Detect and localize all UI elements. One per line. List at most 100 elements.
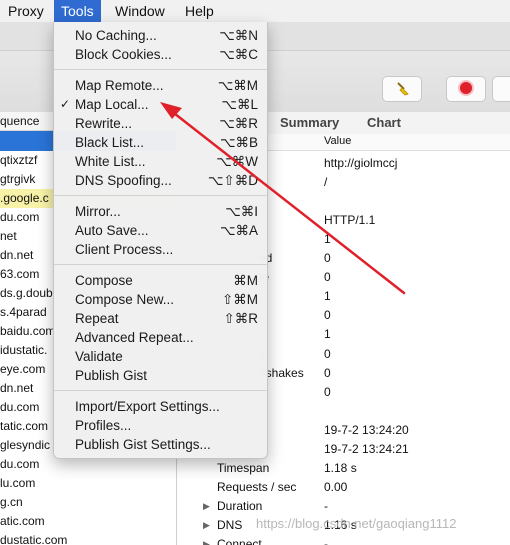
- menu-item-publish-gist[interactable]: Publish Gist: [54, 366, 267, 385]
- menu-item-label: No Caching...: [75, 28, 157, 43]
- menu-item-label: Advanced Repeat...: [75, 330, 194, 345]
- row-name: DNS: [217, 517, 243, 532]
- menu-item-label: Profiles...: [75, 418, 132, 433]
- menu-item-shortcut: ⌥⌘R: [219, 116, 258, 131]
- menu-item-shortcut: ⌥⌘L: [221, 97, 258, 112]
- row-value: -: [324, 498, 328, 513]
- menu-proxy[interactable]: Proxy: [1, 0, 51, 22]
- menu-item-shortcut: ⌘M: [233, 273, 258, 288]
- expand-triangle-icon[interactable]: ▶: [203, 516, 210, 535]
- menu-item-shortcut: ⌥⌘M: [217, 78, 258, 93]
- record-button[interactable]: [446, 76, 486, 102]
- menu-separator: [54, 69, 267, 70]
- menu-item-label: DNS Spoofing...: [75, 173, 172, 188]
- menu-item-compose-new[interactable]: Compose New... ⇧⌘M: [54, 290, 267, 309]
- menu-item-block-cookies[interactable]: Block Cookies... ⌥⌘C: [54, 45, 267, 64]
- menu-item-black-list[interactable]: Black List... ⌥⌘B: [54, 133, 267, 152]
- table-row[interactable]: Timespan 1.18 s: [177, 459, 510, 478]
- row-value: 1: [324, 289, 331, 304]
- record-icon: [460, 82, 472, 94]
- row-name: Timespan: [217, 460, 270, 475]
- row-value: 1: [324, 327, 331, 342]
- row-value: HTTP/1.1: [324, 213, 376, 228]
- menu-help[interactable]: Help: [178, 0, 221, 22]
- row-value: 19-7-2 13:24:20: [324, 422, 409, 437]
- list-item[interactable]: g.cn: [0, 493, 176, 512]
- table-row[interactable]: Requests / sec 0.00: [177, 478, 510, 497]
- menu-separator: [54, 390, 267, 391]
- row-value: 0: [324, 365, 331, 380]
- menu-item-label: Client Process...: [75, 242, 174, 257]
- menu-item-shortcut: ⇧⌘M: [221, 292, 258, 307]
- list-item[interactable]: dustatic.com: [0, 531, 176, 545]
- row-value: -: [324, 537, 328, 545]
- row-value: 1.18 s: [324, 460, 357, 475]
- menu-item-label: Map Local...: [75, 97, 149, 112]
- menu-item-label: Compose: [75, 273, 133, 288]
- row-value: 0: [324, 346, 331, 361]
- menu-item-mirror[interactable]: Mirror... ⌥⌘I: [54, 202, 267, 221]
- menu-item-label: Auto Save...: [75, 223, 149, 238]
- menu-window[interactable]: Window: [108, 0, 172, 22]
- menu-item-rewrite[interactable]: Rewrite... ⌥⌘R: [54, 114, 267, 133]
- menu-item-shortcut: ⌥⌘A: [219, 223, 258, 238]
- menu-item-publish-gist-settings[interactable]: Publish Gist Settings...: [54, 435, 267, 454]
- menu-item-profiles[interactable]: Profiles...: [54, 416, 267, 435]
- tab-chart[interactable]: Chart: [367, 112, 401, 134]
- menu-item-label: Mirror...: [75, 204, 121, 219]
- menu-item-validate[interactable]: Validate: [54, 347, 267, 366]
- menu-tools[interactable]: Tools: [54, 0, 101, 22]
- menu-item-label: Compose New...: [75, 292, 175, 307]
- menu-item-label: Publish Gist: [75, 368, 148, 383]
- row-value: 19-7-2 13:24:21: [324, 441, 409, 456]
- row-value: http://giolmccj: [324, 156, 398, 170]
- broom-icon: [395, 80, 411, 99]
- watermark-text: https://blog.csdn.net/gaoqiang1112: [256, 516, 457, 531]
- row-value: 0: [324, 270, 331, 285]
- row-value: 0: [324, 384, 331, 399]
- list-item[interactable]: atic.com: [0, 512, 176, 531]
- menu-item-map-local[interactable]: ✓ Map Local... ⌥⌘L: [54, 95, 267, 114]
- menu-item-shortcut: ⌥⌘C: [219, 47, 258, 62]
- menu-item-auto-save[interactable]: Auto Save... ⌥⌘A: [54, 221, 267, 240]
- menu-separator: [54, 195, 267, 196]
- menu-item-shortcut: ⌥⇧⌘D: [207, 173, 258, 188]
- row-value: /: [324, 175, 328, 190]
- toolbar-button-partial[interactable]: [492, 76, 510, 102]
- menu-item-shortcut: ⌥⌘B: [219, 135, 258, 150]
- list-item[interactable]: lu.com: [0, 474, 176, 493]
- expand-triangle-icon[interactable]: ▶: [203, 535, 210, 545]
- menu-item-no-caching[interactable]: No Caching... ⌥⌘N: [54, 26, 267, 45]
- menu-item-label: Repeat: [75, 311, 119, 326]
- menu-item-repeat[interactable]: Repeat ⇧⌘R: [54, 309, 267, 328]
- menu-item-shortcut: ⌥⌘N: [219, 28, 258, 43]
- tab-summary[interactable]: Summary: [280, 112, 339, 134]
- menu-item-label: Import/Export Settings...: [75, 399, 220, 414]
- menu-item-compose[interactable]: Compose ⌘M: [54, 271, 267, 290]
- menu-item-label: Block Cookies...: [75, 47, 172, 62]
- row-value: 0: [324, 251, 331, 266]
- value-column-header[interactable]: Value: [324, 135, 351, 147]
- menu-item-import-export-settings[interactable]: Import/Export Settings...: [54, 397, 267, 416]
- tools-menu: No Caching... ⌥⌘N Block Cookies... ⌥⌘C Map R…: [53, 22, 268, 459]
- row-value: 0.00: [324, 479, 348, 494]
- row-value: 0: [324, 308, 331, 323]
- menu-item-white-list[interactable]: White List... ⌥⌘W: [54, 152, 267, 171]
- expand-triangle-icon[interactable]: ▶: [203, 497, 210, 516]
- menu-item-label: Rewrite...: [75, 116, 133, 131]
- clear-session-button[interactable]: [382, 76, 422, 102]
- menu-item-advanced-repeat[interactable]: Advanced Repeat...: [54, 328, 267, 347]
- menu-item-label: Map Remote...: [75, 78, 164, 93]
- menu-item-map-remote[interactable]: Map Remote... ⌥⌘M: [54, 76, 267, 95]
- row-name: Requests / sec: [217, 479, 297, 494]
- menu-item-shortcut: ⇧⌘R: [223, 311, 258, 326]
- menu-separator: [54, 264, 267, 265]
- menu-item-label: White List...: [75, 154, 146, 169]
- menu-item-client-process[interactable]: Client Process...: [54, 240, 267, 259]
- menu-item-shortcut: ⌥⌘W: [216, 154, 258, 169]
- menu-item-label: Publish Gist Settings...: [75, 437, 211, 452]
- table-row[interactable]: ▶ Connect -: [177, 535, 510, 545]
- table-row[interactable]: ▶ Duration -: [177, 497, 510, 516]
- menu-item-dns-spoofing[interactable]: DNS Spoofing... ⌥⇧⌘D: [54, 171, 267, 190]
- menu-item-label: Validate: [75, 349, 123, 364]
